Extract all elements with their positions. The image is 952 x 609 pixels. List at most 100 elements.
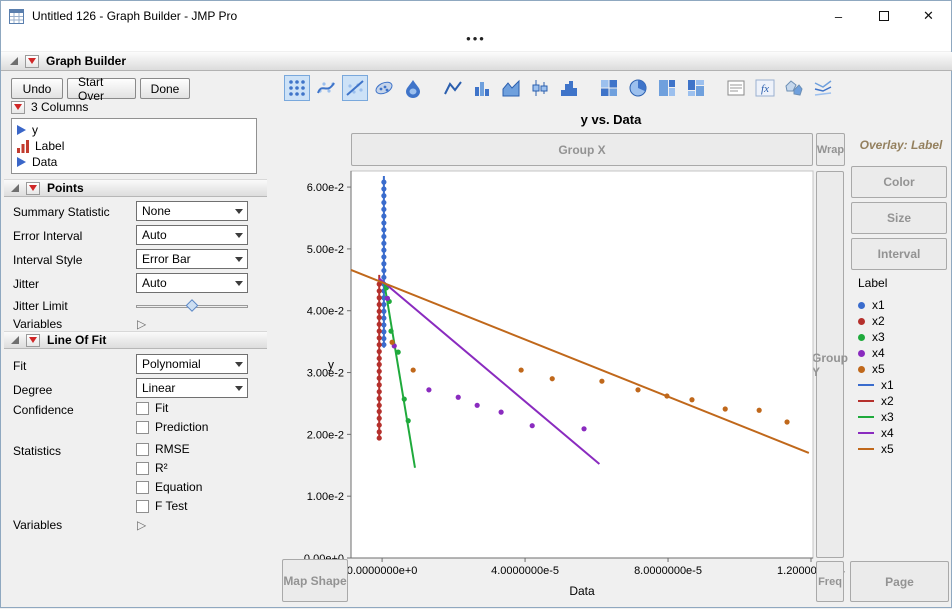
parallel-icon[interactable] [810,75,836,101]
formula-icon[interactable]: fx [752,75,778,101]
map-shape-drop-zone[interactable]: Map Shape [282,559,348,602]
points-icon[interactable] [284,75,310,101]
collapse-triangle-icon[interactable] [11,184,19,192]
plot-area[interactable]: 0.00e+01.00e-22.00e-23.00e-24.00e-25.00e… [273,106,952,609]
fit-label: Fit [13,359,27,373]
legend-line-item-x1[interactable]: x1 [858,377,894,393]
line-icon[interactable] [440,75,466,101]
column-item-label[interactable]: Label [17,138,251,154]
svg-text:5.00e-2: 5.00e-2 [307,244,344,256]
columns-list: y Label Data [11,118,257,174]
legend-line-item-x3[interactable]: x3 [858,409,894,425]
checkbox-label: Equation [155,480,203,494]
interval-style-label: Interval Style [13,253,83,267]
graph-builder-title: Graph Builder [46,54,127,68]
checkbox-box[interactable] [136,442,149,456]
freq-drop-zone[interactable]: Freq [816,561,844,602]
summary-statistic-select[interactable]: None [136,201,248,221]
legend-marker-swatch [858,317,865,325]
fit-variables-label: Variables [13,518,63,532]
equation-checkbox[interactable]: Equation [136,479,202,495]
svg-text:4.0000000e-5: 4.0000000e-5 [491,565,559,577]
checkbox-box[interactable] [136,461,149,475]
legend: Label x1 x2 x3 x4 x5 x1 x2 x3 x4 x5 [858,276,894,457]
area-icon[interactable] [498,75,524,101]
checkbox-box[interactable] [136,499,149,513]
columns-panel-header: 3 Columns [11,100,88,114]
column-item-y[interactable]: y [17,122,251,138]
maximize-button[interactable] [861,1,906,31]
disclosure-triangle-icon[interactable]: ▷ [137,518,146,532]
undo-button[interactable]: Undo [11,78,63,99]
line-of-fit-panel-title: Line Of Fit [47,333,107,347]
legend-marker-item-x5[interactable]: x5 [858,361,894,377]
svg-text:3.00e-2: 3.00e-2 [307,368,344,380]
contour-icon[interactable] [400,75,426,101]
start-over-button[interactable]: Start Over [67,75,136,103]
box-plot-icon[interactable] [527,75,553,101]
collapse-triangle-icon[interactable] [11,336,19,344]
column-name: y [32,123,38,137]
error-interval-label: Error Interval [13,229,83,243]
red-triangle-menu-icon[interactable] [25,54,39,68]
legend-marker-item-x2[interactable]: x2 [858,313,894,329]
toolbar-grip[interactable]: ••• [1,30,951,47]
heatmap-icon[interactable] [596,75,622,101]
disclosure-triangle-icon[interactable]: ▷ [137,317,146,331]
error-interval-select[interactable]: Auto [136,225,248,245]
jitter-limit-slider[interactable] [136,299,248,312]
pie-icon[interactable] [625,75,651,101]
degree-select[interactable]: Linear [136,378,248,398]
checkbox-box[interactable] [136,420,149,434]
ellipse-icon[interactable] [371,75,397,101]
collapse-triangle-icon[interactable] [10,57,18,65]
checkbox-box[interactable] [136,480,149,494]
titlebar[interactable]: Untitled 126 - Graph Builder - JMP Pro –… [1,1,951,31]
legend-marker-swatch [858,349,865,357]
bar-icon[interactable] [469,75,495,101]
mosaic-icon[interactable] [683,75,709,101]
legend-line-item-x2[interactable]: x2 [858,393,894,409]
legend-line-item-x5[interactable]: x5 [858,441,894,457]
caption-box-icon[interactable] [723,75,749,101]
done-button[interactable]: Done [140,78,190,99]
f-test-checkbox[interactable]: F Test [136,498,187,514]
smoother-icon[interactable] [313,75,339,101]
legend-item-label: x4 [881,426,894,440]
legend-marker-item-x3[interactable]: x3 [858,329,894,345]
close-button[interactable]: ✕ [906,1,951,31]
checkbox-box[interactable] [136,401,149,415]
svg-text:0.0000000e+0: 0.0000000e+0 [347,565,418,577]
rmse-checkbox[interactable]: RMSE [136,441,190,457]
line-of-fit-icon[interactable] [342,75,368,101]
nominal-column-icon [17,139,29,153]
fit-select[interactable]: Polynomial [136,354,248,374]
map-shapes-icon[interactable] [781,75,807,101]
red-triangle-menu-icon[interactable] [26,181,40,195]
fit-checkbox[interactable]: Fit [136,400,168,416]
minimize-button[interactable]: – [816,1,861,31]
prediction-checkbox[interactable]: Prediction [136,419,208,435]
svg-text:6.00e-2: 6.00e-2 [307,182,344,194]
column-item-data[interactable]: Data [17,154,251,170]
legend-item-label: x5 [881,442,894,456]
treemap-icon[interactable] [654,75,680,101]
slider-thumb-icon[interactable] [185,299,199,312]
legend-item-label: x1 [881,378,894,392]
interval-style-select[interactable]: Error Bar [136,249,248,269]
legend-marker-item-x1[interactable]: x1 [858,297,894,313]
red-triangle-menu-icon[interactable] [26,333,40,347]
legend-line-item-x4[interactable]: x4 [858,425,894,441]
histogram-icon[interactable] [556,75,582,101]
jitter-label: Jitter [13,277,40,291]
jitter-select[interactable]: Auto [136,273,248,293]
legend-line-swatch [858,384,874,386]
legend-item-label: x3 [872,330,885,344]
legend-marker-item-x4[interactable]: x4 [858,345,894,361]
legend-title: Label [858,276,888,290]
page-drop-zone[interactable]: Page [850,561,949,602]
r-checkbox[interactable]: R² [136,460,168,476]
red-triangle-menu-icon[interactable] [11,100,25,114]
graph-region: y vs. Data Group X Wrap Overlay: Label C… [273,106,952,609]
points-panel-header: Points [4,179,267,197]
